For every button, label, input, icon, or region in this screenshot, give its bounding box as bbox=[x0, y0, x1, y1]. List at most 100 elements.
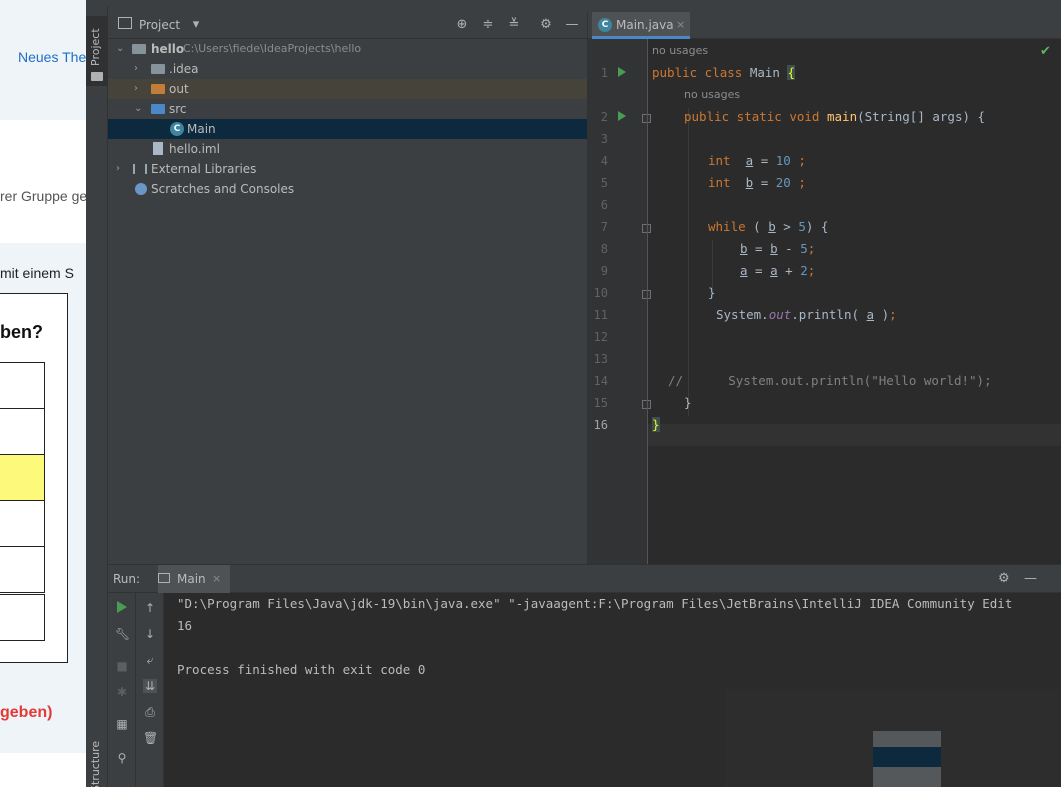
code-line[interactable]: } bbox=[652, 417, 660, 432]
project-panel: Project ▾ ⊕ ≑ ≚ ⚙ — ⌄ hello C:\Users\fie… bbox=[108, 12, 587, 564]
expand-all-icon[interactable]: ≑ bbox=[480, 17, 496, 33]
code-line[interactable]: b = b - 5; bbox=[740, 241, 815, 256]
run-class-icon[interactable] bbox=[618, 67, 626, 77]
popup-ghost bbox=[725, 689, 1061, 787]
code-line[interactable]: int a = 10 ; bbox=[708, 153, 806, 168]
code-line[interactable]: } bbox=[684, 395, 692, 410]
run-panel-header: Run: Main × ⚙ — bbox=[108, 565, 1061, 593]
tree-item-external-libraries[interactable]: › External Libraries bbox=[108, 159, 587, 179]
chevron-down-icon[interactable]: ▾ bbox=[188, 17, 204, 33]
line-number: 3 bbox=[600, 132, 608, 146]
webpage-red-text: geben) bbox=[0, 704, 53, 721]
tree-item-idea[interactable]: › .idea bbox=[108, 59, 587, 79]
debug-icon[interactable]: ✱ bbox=[115, 685, 129, 699]
folder-icon bbox=[91, 72, 103, 81]
close-icon[interactable]: × bbox=[212, 572, 221, 585]
project-path: C:\Users\fiede\IdeaProjects\hello bbox=[183, 42, 362, 55]
java-class-icon: C bbox=[170, 122, 184, 136]
tree-item-scratches[interactable]: Scratches and Consoles bbox=[108, 179, 587, 199]
line-number: 7 bbox=[600, 220, 608, 234]
run-toolbar-left: 🔧︎ ■ ✱ ▦ ⚲ bbox=[108, 593, 136, 787]
close-icon[interactable]: × bbox=[676, 18, 685, 31]
code-line[interactable]: int b = 20 ; bbox=[708, 175, 806, 190]
webpage-heading: ben? bbox=[0, 322, 43, 342]
line-number: 12 bbox=[593, 330, 608, 344]
gear-icon[interactable]: ⚙ bbox=[538, 17, 554, 33]
stop-icon[interactable]: ■ bbox=[115, 659, 129, 673]
chevron-down-icon[interactable]: ⌄ bbox=[116, 39, 126, 59]
current-line-highlight bbox=[648, 424, 1061, 446]
down-arrow-icon[interactable]: ↓ bbox=[143, 627, 157, 641]
trash-icon[interactable]: 🗑︎ bbox=[143, 731, 158, 745]
webpage-link[interactable]: Neues The bbox=[18, 49, 86, 65]
answer-cell-highlighted[interactable] bbox=[0, 454, 45, 501]
chevron-right-icon[interactable]: › bbox=[134, 79, 144, 99]
minimize-icon[interactable]: — bbox=[1024, 571, 1037, 586]
answer-cell[interactable] bbox=[0, 362, 45, 409]
indent-guide bbox=[712, 240, 713, 288]
tree-item-out[interactable]: › out bbox=[108, 79, 587, 99]
answer-cell[interactable] bbox=[0, 546, 45, 593]
answer-cell[interactable] bbox=[0, 500, 45, 547]
rerun-icon[interactable] bbox=[117, 601, 127, 613]
java-class-icon: C bbox=[598, 18, 612, 32]
run-toolbar-right: ↑ ↓ ⤶ ⇊ ⎙ 🗑︎ bbox=[136, 593, 164, 787]
project-panel-title[interactable]: Project bbox=[139, 18, 180, 32]
editor-tab-main-java[interactable]: C Main.java × bbox=[592, 12, 690, 39]
pin-icon[interactable]: ⚲ bbox=[115, 751, 129, 765]
indent-guide bbox=[688, 108, 689, 416]
usages-hint[interactable]: no usages bbox=[652, 44, 708, 57]
chevron-right-icon[interactable]: › bbox=[134, 59, 144, 79]
tree-item-src[interactable]: ⌄ src bbox=[108, 99, 587, 119]
layout-icon[interactable]: ▦ bbox=[115, 717, 129, 731]
tree-item-iml[interactable]: hello.iml bbox=[108, 139, 587, 159]
code-line[interactable]: while ( b > 5) { bbox=[708, 219, 828, 234]
tree-item-hello[interactable]: ⌄ hello C:\Users\fiede\IdeaProjects\hell… bbox=[108, 39, 587, 59]
tree-item-main[interactable]: C Main bbox=[108, 119, 587, 139]
print-icon[interactable]: ⎙ bbox=[143, 705, 157, 719]
editor-gutter: 1 2 3 4 5 6 7 8 9 10 11 12 13 14 15 16 bbox=[588, 39, 651, 564]
console-output-line: Process finished with exit code 0 bbox=[177, 662, 426, 677]
webpage-text: mit einem S bbox=[0, 265, 74, 281]
chevron-down-icon[interactable]: ⌄ bbox=[134, 99, 144, 119]
code-line[interactable]: } bbox=[708, 285, 716, 300]
folder-icon bbox=[151, 64, 165, 74]
library-icon bbox=[133, 164, 147, 174]
wrench-icon[interactable]: 🔧︎ bbox=[115, 627, 130, 641]
code-line[interactable]: public static void main(String[] args) { bbox=[684, 109, 985, 124]
code-line[interactable]: public class Main { bbox=[652, 65, 796, 80]
line-number: 14 bbox=[593, 374, 608, 388]
tree-item-label: src bbox=[169, 102, 187, 116]
code-editor: C Main.java × ✔ 1 2 3 4 5 6 7 8 9 10 11 … bbox=[587, 12, 1061, 564]
line-number: 9 bbox=[600, 264, 608, 278]
line-number: 16 bbox=[593, 418, 608, 432]
console-icon bbox=[158, 573, 170, 583]
locate-icon[interactable]: ⊕ bbox=[454, 17, 470, 33]
structure-tool-label[interactable]: Structure bbox=[89, 741, 102, 787]
scroll-to-end-icon[interactable]: ⇊ bbox=[143, 679, 157, 693]
popup-ghost-selection bbox=[873, 747, 941, 767]
usages-hint[interactable]: no usages bbox=[684, 88, 740, 101]
console-output-line: 16 bbox=[177, 618, 193, 633]
line-number: 4 bbox=[600, 154, 608, 168]
chevron-right-icon[interactable]: › bbox=[116, 159, 126, 179]
answer-cell[interactable] bbox=[0, 408, 45, 455]
run-main-icon[interactable] bbox=[618, 111, 626, 121]
run-tab-main[interactable]: Main × bbox=[158, 565, 230, 593]
code-line[interactable]: a = a + 2; bbox=[740, 263, 815, 278]
collapse-all-icon[interactable]: ≚ bbox=[506, 17, 522, 33]
project-tool-label: Project bbox=[89, 28, 102, 66]
answer-cell[interactable] bbox=[0, 594, 45, 641]
gear-icon[interactable]: ⚙ bbox=[998, 571, 1010, 586]
up-arrow-icon[interactable]: ↑ bbox=[143, 601, 157, 615]
minimize-icon[interactable]: — bbox=[564, 17, 580, 33]
soft-wrap-icon[interactable]: ⤶ bbox=[143, 653, 157, 667]
source-folder-icon bbox=[151, 104, 165, 114]
code-line[interactable]: System.out.println( a ); bbox=[716, 307, 897, 322]
webpage-text: rer Gruppe ge bbox=[0, 188, 86, 204]
project-tool-tab[interactable]: Project bbox=[86, 16, 108, 86]
code-line[interactable]: // System.out.println("Hello world!"); bbox=[668, 373, 992, 388]
module-folder-icon bbox=[132, 44, 146, 54]
line-number: 2 bbox=[600, 110, 608, 124]
checkmark-icon[interactable]: ✔ bbox=[1040, 44, 1051, 59]
